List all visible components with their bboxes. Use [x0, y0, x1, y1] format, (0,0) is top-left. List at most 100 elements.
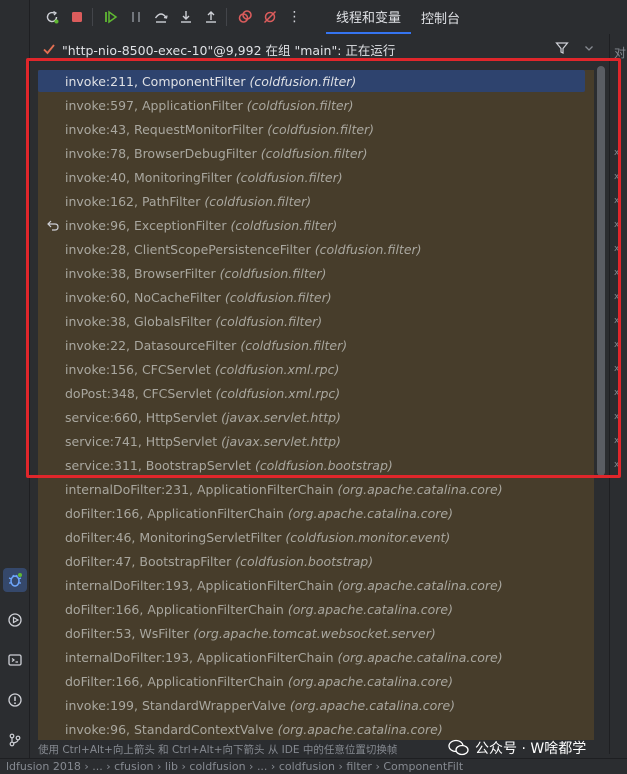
stack-frame-row[interactable]: internalDoFilter:193, ApplicationFilterC…	[38, 574, 585, 596]
stack-frame-row[interactable]: invoke:78, BrowserDebugFilter (coldfusion…	[38, 142, 585, 164]
frame-package: (org.apache.catalina.core)	[289, 697, 456, 713]
frame-package: (org.apache.tomcat.websocket.server)	[193, 625, 436, 641]
stack-frame-row[interactable]: doPost:348, CFCServlet (coldfusion.xml.rp…	[38, 382, 585, 404]
stack-frame-row[interactable]: internalDoFilter:231, ApplicationFilterC…	[38, 478, 585, 500]
services-tool-button[interactable]	[3, 608, 27, 632]
collapse-mark-icon[interactable]: x	[614, 340, 619, 350]
frame-method: invoke:96, ExceptionFilter	[65, 217, 227, 233]
stack-frame-row[interactable]: invoke:40, MonitoringFilter (coldfusion.f…	[38, 166, 585, 188]
stack-frame-row[interactable]: invoke:43, RequestMonitorFilter (coldfusi…	[38, 118, 585, 140]
stack-frame-row[interactable]: invoke:22, DatasourceFilter (coldfusion.f…	[38, 334, 585, 356]
frame-method: doFilter:46, MonitoringServletFilter	[65, 529, 282, 545]
tab-threads-variables[interactable]: 线程和变量	[326, 0, 412, 34]
collapse-mark-icon[interactable]: x	[614, 436, 619, 446]
watermark: 公众号 · W啥都学	[448, 737, 586, 759]
stop-icon	[71, 12, 82, 22]
chevron-down-icon[interactable]	[583, 42, 595, 57]
stack-frame-row[interactable]: doFilter:46, MonitoringServletFilter (col…	[38, 526, 585, 548]
collapse-mark-icon[interactable]: x	[614, 172, 619, 182]
stack-frame-row[interactable]: invoke:38, BrowserFilter (coldfusion.filt…	[38, 262, 585, 284]
git-tool-button[interactable]	[3, 728, 27, 752]
resume-button[interactable]	[99, 5, 122, 29]
rerun-button[interactable]	[40, 5, 63, 29]
stack-frame-row[interactable]: invoke:597, ApplicationFilter (coldfusion…	[38, 94, 585, 116]
stop-button[interactable]	[65, 5, 88, 29]
collapse-mark-icon[interactable]: x	[614, 244, 619, 254]
wechat-icon	[448, 739, 469, 756]
check-icon	[38, 42, 60, 56]
frame-package: (javax.servlet.http)	[221, 433, 341, 449]
git-branch-icon	[9, 733, 21, 747]
collapse-mark-icon[interactable]: x	[614, 196, 619, 206]
frame-method: invoke:162, PathFilter	[65, 193, 201, 209]
stack-frame-row[interactable]: invoke:60, NoCacheFilter (coldfusion.filt…	[38, 286, 585, 308]
collapse-mark-icon[interactable]: x	[614, 220, 619, 230]
stack-frame-row[interactable]: invoke:96, ExceptionFilter (coldfusion.fi…	[38, 214, 585, 236]
debugger-toolbar: ⋮ 线程和变量 控制台	[30, 0, 607, 34]
step-over-button[interactable]	[149, 5, 172, 29]
breadcrumb[interactable]: ldfusion 2018 › ... › cfusion › lib › co…	[6, 760, 463, 773]
thread-selector[interactable]: "http-nio-8500-exec-10"@9,992 在组 "main":…	[30, 36, 607, 62]
stack-frame-row[interactable]: service:311, BootstrapServlet (coldfusion…	[38, 454, 585, 476]
view-breakpoints-button[interactable]	[233, 5, 256, 29]
collapse-mark-icon[interactable]: x	[614, 148, 619, 158]
stack-frame-row[interactable]: invoke:199, StandardWrapperValve (org.apa…	[38, 694, 585, 716]
step-out-button[interactable]	[199, 5, 222, 29]
collapse-mark-icon[interactable]: x	[614, 268, 619, 278]
stack-frame-row[interactable]: doFilter:166, ApplicationFilterChain (org…	[38, 502, 585, 524]
stack-frame-row[interactable]: invoke:211, ComponentFilter (coldfusion.f…	[38, 70, 585, 92]
terminal-icon	[8, 654, 22, 666]
filter-icon[interactable]	[555, 41, 569, 58]
pause-button[interactable]	[124, 5, 147, 29]
frame-package: (coldfusion.filter)	[240, 337, 348, 353]
frame-method: invoke:96, StandardContextValve	[65, 721, 274, 737]
collapse-mark-icon[interactable]: x	[614, 388, 619, 398]
frame-method: invoke:597, ApplicationFilter	[65, 97, 243, 113]
stack-frame-row[interactable]: doFilter:166, ApplicationFilterChain (org…	[38, 598, 585, 620]
tab-console[interactable]: 控制台	[411, 0, 470, 34]
pause-icon	[131, 12, 140, 22]
frame-package: (coldfusion.bootstrap)	[254, 457, 393, 473]
problems-tool-button[interactable]	[3, 688, 27, 712]
collapse-mark-icon[interactable]: x	[614, 292, 619, 302]
stack-frame-row[interactable]: internalDoFilter:193, ApplicationFilterC…	[38, 646, 585, 668]
breakpoints-icon	[238, 10, 252, 23]
rerun-icon	[46, 10, 58, 24]
stack-frame-row[interactable]: invoke:162, PathFilter (coldfusion.filter…	[38, 190, 585, 212]
bug-icon	[8, 573, 22, 587]
frames-scrollbar[interactable]	[597, 66, 605, 476]
collapse-mark-icon[interactable]: x	[614, 460, 619, 470]
frame-package: (org.apache.catalina.core)	[287, 673, 453, 689]
collapse-mark-icon[interactable]: x	[614, 412, 619, 422]
frame-method: invoke:211, ComponentFilter	[65, 73, 246, 89]
stack-frame-row[interactable]: doFilter:166, ApplicationFilterChain (org…	[38, 670, 585, 692]
stack-frame-row[interactable]: service:660, HttpServlet (javax.servlet.h…	[38, 406, 585, 428]
mute-breakpoints-button[interactable]	[258, 5, 281, 29]
more-vertical-icon: ⋮	[287, 9, 302, 25]
frame-method: invoke:38, GlobalsFilter	[65, 313, 212, 329]
frame-method: doFilter:47, BootstrapFilter	[65, 553, 232, 569]
stack-frame-row[interactable]: doFilter:53, WsFilter (org.apache.tomcat.…	[38, 622, 585, 644]
frame-package: (coldfusion.xml.rpc)	[215, 385, 341, 401]
collapse-mark-icon[interactable]: x	[614, 316, 619, 326]
step-into-button[interactable]	[174, 5, 197, 29]
debugger-tabs: 线程和变量 控制台	[326, 0, 470, 34]
debug-tool-button[interactable]	[3, 568, 27, 592]
terminal-tool-button[interactable]	[3, 648, 27, 672]
stack-frame-row[interactable]: invoke:156, CFCServlet (coldfusion.xml.rp…	[38, 358, 585, 380]
stack-frame-row[interactable]: service:741, HttpServlet (javax.servlet.h…	[38, 430, 585, 452]
stack-frame-row[interactable]: invoke:28, ClientScopePersistenceFilter(…	[38, 238, 585, 260]
more-button[interactable]: ⋮	[283, 5, 306, 29]
right-panel-label: 对	[614, 46, 627, 60]
frame-package: (coldfusion.xml.rpc)	[214, 361, 340, 377]
frame-package: (coldfusion.filter)	[215, 313, 323, 329]
frames-list: invoke:211, ComponentFilter (coldfusion.f…	[38, 70, 594, 740]
thread-label: "http-nio-8500-exec-10"@9,992 在组 "main":…	[62, 42, 396, 58]
stack-frame-row[interactable]: invoke:38, GlobalsFilter (coldfusion.filt…	[38, 310, 585, 332]
stack-frame-row[interactable]: doFilter:47, BootstrapFilter (coldfusion.…	[38, 550, 585, 572]
navigation-bar: ldfusion 2018 › ... › cfusion › lib › co…	[0, 758, 627, 774]
frame-method: service:741, HttpServlet	[65, 433, 218, 449]
frame-method: internalDoFilter:193, ApplicationFilterC…	[65, 649, 334, 665]
collapse-mark-icon[interactable]: x	[614, 364, 619, 374]
frame-method: invoke:28, ClientScopePersistenceFilter	[65, 241, 311, 257]
